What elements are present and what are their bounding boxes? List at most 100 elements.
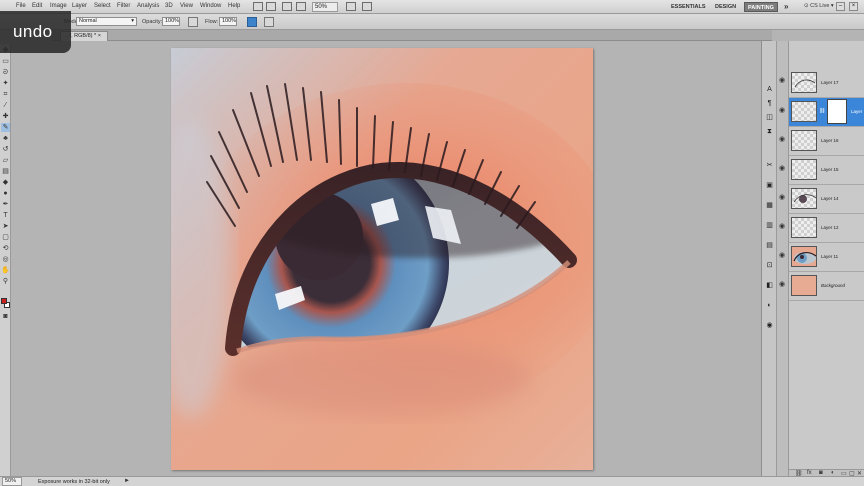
eye-icon[interactable]: ◉	[779, 280, 785, 288]
workspace-design[interactable]: DESIGN	[712, 2, 739, 12]
eye-icon[interactable]: ◉	[779, 222, 785, 230]
eye-icon[interactable]: ◉	[779, 193, 785, 201]
menu-3d[interactable]: 3D	[165, 3, 173, 9]
eye-icon[interactable]: ◉	[779, 251, 785, 259]
mini-bridge-icon[interactable]: ◫	[765, 113, 774, 122]
menu-analysis[interactable]: Analysis	[137, 3, 159, 9]
adjustments-icon[interactable]: ▥	[765, 221, 774, 230]
swatches-icon[interactable]: ▤	[765, 241, 774, 250]
zoom-tool-icon[interactable]: ⚲	[1, 277, 10, 286]
close-tab-icon[interactable]: ×	[98, 33, 101, 39]
styles-icon[interactable]: ⊡	[765, 261, 774, 270]
more-workspaces-icon[interactable]: »	[781, 2, 791, 12]
layer-name: Layer 15	[821, 167, 839, 172]
layer-row-selected[interactable]: ⛓ Layer	[789, 98, 864, 127]
layer-mask-thumbnail[interactable]	[827, 99, 847, 124]
quick-select-tool-icon[interactable]: ✦	[1, 79, 10, 88]
tablet-pressure-opacity-icon[interactable]	[188, 17, 198, 27]
rotate-view-icon[interactable]	[296, 2, 306, 11]
paragraph-panel-icon[interactable]: ¶	[765, 99, 774, 108]
artwork-canvas[interactable]	[171, 48, 593, 470]
layer-row[interactable]: Layer 15	[789, 156, 864, 185]
menu-filter[interactable]: Filter	[117, 3, 130, 9]
layers-panel: Layer 17 ⛓ Layer Layer 16 Layer 15 Layer…	[788, 41, 864, 477]
layer-row[interactable]: Layer 16	[789, 127, 864, 156]
opacity-field[interactable]: 100%	[162, 17, 180, 26]
blur-tool-icon[interactable]: ◆	[1, 178, 10, 187]
workspace-essentials[interactable]: ESSENTIALS	[668, 2, 709, 12]
view-extras-icon[interactable]	[266, 2, 276, 11]
color-panel-icon[interactable]: ▦	[765, 201, 774, 210]
lasso-tool-icon[interactable]: ᘐ	[1, 68, 10, 77]
menu-edit[interactable]: Edit	[32, 3, 42, 9]
3d-rotate-tool-icon[interactable]: ⟲	[1, 244, 10, 253]
arrange-documents-icon[interactable]	[346, 2, 356, 11]
3d-orbit-tool-icon[interactable]: ◎	[1, 255, 10, 264]
dodge-tool-icon[interactable]: ●	[1, 189, 10, 198]
layer-thumbnail	[791, 130, 817, 151]
masks-icon[interactable]: ◧	[765, 281, 774, 290]
flow-field[interactable]: 100%	[219, 17, 237, 26]
menu-image[interactable]: Image	[50, 3, 67, 9]
layer-thumbnail	[791, 188, 817, 209]
cs-live-button[interactable]: ⊙ CS Live ▾	[804, 3, 834, 9]
layer-row[interactable]: Layer 14	[789, 185, 864, 214]
layer-row[interactable]: Layer 11	[789, 243, 864, 272]
workspace-painting[interactable]: PAINTING	[744, 2, 778, 12]
document-workspace	[11, 41, 761, 476]
type-panel-icon[interactable]: A	[765, 85, 774, 94]
eye-icon[interactable]: ◉	[779, 164, 785, 172]
history-panel-icon[interactable]: ⧗	[765, 127, 774, 136]
shape-tool-icon[interactable]: ▢	[1, 233, 10, 242]
hand-tool-icon[interactable]	[282, 2, 292, 11]
status-bar: 50% Exposure works in 32-bit only ►	[0, 476, 864, 486]
marquee-tool-icon[interactable]: ▭	[1, 57, 10, 66]
layer-row[interactable]: Background	[789, 272, 864, 301]
crop-tool-icon[interactable]: ⌗	[1, 90, 10, 99]
foreground-color-swatch[interactable]	[1, 298, 7, 304]
path-selection-tool-icon[interactable]: ➤	[1, 222, 10, 231]
type-tool-icon[interactable]: T	[1, 211, 10, 220]
status-zoom-field[interactable]: 50%	[2, 477, 22, 486]
gradient-tool-icon[interactable]: ▤	[1, 167, 10, 176]
screen-mode-icon[interactable]	[362, 2, 372, 11]
menu-file[interactable]: File	[16, 3, 26, 9]
quick-mask-icon[interactable]: ◙	[1, 312, 10, 321]
pen-tool-icon[interactable]: ✒	[1, 200, 10, 209]
close-icon[interactable]: ×	[849, 2, 858, 11]
layer-row[interactable]: Layer 17	[789, 69, 864, 98]
layer-visibility-column: ◉ ◉ ◉ ◉ ◉ ◉ ◉ ◉	[776, 41, 788, 476]
layer-name: Layer 17	[821, 80, 839, 85]
status-menu-arrow-icon[interactable]: ►	[124, 478, 130, 484]
zoom-level-select[interactable]: 50%	[312, 2, 338, 12]
clone-stamp-tool-icon[interactable]: ♣	[1, 134, 10, 143]
history-brush-tool-icon[interactable]: ↺	[1, 145, 10, 154]
tablet-pressure-size-icon[interactable]	[264, 17, 274, 27]
menu-window[interactable]: Window	[200, 3, 221, 9]
channels-icon[interactable]: ◐	[765, 301, 774, 310]
link-icon[interactable]: ⛓	[819, 108, 825, 114]
eye-icon[interactable]: ◉	[779, 76, 785, 84]
menu-help[interactable]: Help	[228, 3, 240, 9]
paths-icon[interactable]: ◉	[765, 321, 774, 330]
menu-select[interactable]: Select	[94, 3, 111, 9]
menu-layer[interactable]: Layer	[72, 3, 87, 9]
eyedropper-tool-icon[interactable]: ⁄	[1, 101, 10, 110]
eye-icon[interactable]: ◉	[779, 106, 785, 114]
sketch-thumb	[794, 79, 816, 88]
menu-view[interactable]: View	[180, 3, 193, 9]
undo-overlay: undo	[0, 11, 71, 53]
layer-row[interactable]: Layer 12	[789, 214, 864, 243]
healing-brush-tool-icon[interactable]: ✚	[1, 112, 10, 121]
clone-source-icon[interactable]: ▣	[765, 181, 774, 190]
brush-presets-icon[interactable]: ✂	[765, 161, 774, 170]
launch-bridge-icon[interactable]	[253, 2, 263, 11]
blend-mode-select[interactable]: Normal ▾	[76, 17, 137, 26]
eye-thumb	[793, 251, 816, 264]
airbrush-icon[interactable]	[247, 17, 257, 27]
brush-tool-icon[interactable]: ✎	[1, 123, 10, 132]
hand-tool-icon[interactable]: ✋	[1, 266, 10, 275]
minimize-icon[interactable]: –	[836, 2, 845, 11]
eraser-tool-icon[interactable]: ▱	[1, 156, 10, 165]
eye-icon[interactable]: ◉	[779, 135, 785, 143]
